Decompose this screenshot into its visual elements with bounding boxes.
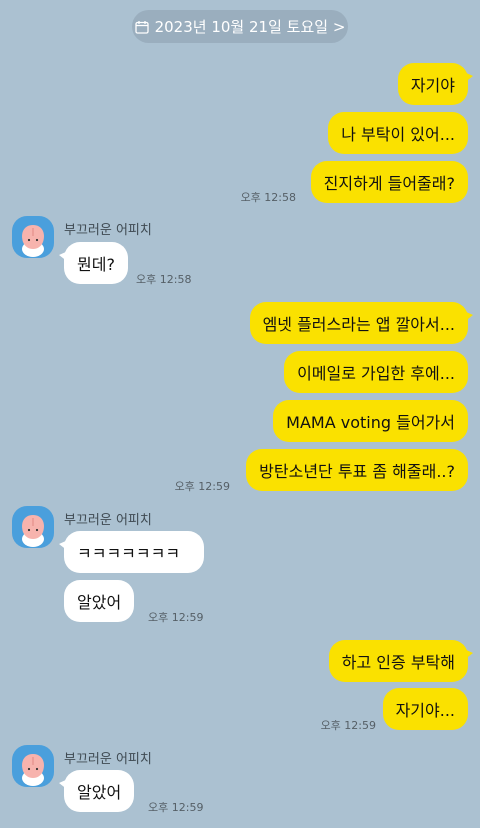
avatar[interactable] <box>12 216 54 258</box>
my-message[interactable]: 방탄소년단 투표 좀 해줄래..? <box>246 449 468 491</box>
apeach-character-icon <box>22 754 44 786</box>
sender-name: 부끄러운 어피치 <box>64 752 152 767</box>
my-message[interactable]: 나 부탁이 있어... <box>328 112 468 154</box>
message-time: 오후 12:59 <box>148 801 204 814</box>
their-message[interactable]: 알았어 <box>58 770 135 812</box>
apeach-character-icon <box>22 515 44 547</box>
my-message[interactable]: 이메일로 가입한 후에... <box>284 351 468 393</box>
sender-name: 부끄러운 어피치 <box>64 223 152 238</box>
message-time: 오후 12:59 <box>174 480 230 493</box>
date-chip[interactable]: 2023년 10월 21일 토요일 > <box>132 10 348 43</box>
their-message[interactable]: ㅋㅋㅋㅋㅋㅋㅋ <box>59 531 204 573</box>
avatar[interactable] <box>12 506 54 548</box>
my-message[interactable]: 진지하게 들어줄래? <box>310 161 468 203</box>
date-label: 2023년 10월 21일 토요일 > <box>154 18 346 36</box>
message-time: 오후 12:58 <box>136 273 192 286</box>
my-message[interactable]: 엠넷 플러스라는 앱 깔아서... <box>249 302 474 344</box>
sender-name: 부끄러운 어피치 <box>64 513 152 528</box>
apeach-character-icon <box>22 225 44 257</box>
message-time: 오후 12:59 <box>320 719 376 732</box>
my-message[interactable]: MAMA voting 들어가서 <box>273 400 468 442</box>
my-message[interactable]: 자기야 <box>397 63 474 105</box>
my-message[interactable]: 하고 인증 부탁해 <box>328 640 474 682</box>
their-message[interactable]: 뭔데? <box>59 242 128 284</box>
avatar[interactable] <box>12 745 54 787</box>
my-message[interactable]: 자기야... <box>382 688 468 730</box>
message-time: 오후 12:58 <box>240 191 296 204</box>
calendar-icon <box>134 20 149 34</box>
their-message[interactable]: 알았어 <box>64 580 135 622</box>
message-time: 오후 12:59 <box>148 611 204 624</box>
